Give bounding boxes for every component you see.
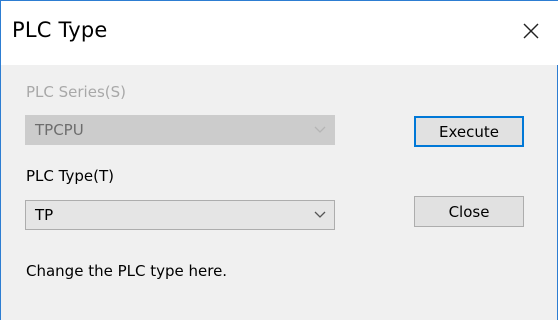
- close-icon[interactable]: [513, 13, 549, 49]
- window-title: PLC Type: [12, 18, 108, 42]
- plc-type-value: TP: [35, 206, 54, 224]
- chevron-down-icon: [312, 116, 328, 144]
- hint-text: Change the PLC type here.: [26, 262, 228, 280]
- plc-type-select[interactable]: TP: [25, 200, 335, 230]
- plc-series-label: PLC Series(S): [26, 83, 126, 101]
- plc-series-select[interactable]: TPCPU: [25, 115, 335, 145]
- chevron-down-icon: [312, 201, 328, 229]
- plc-type-dialog: PLC Type PLC Series(S) TPCPU PLC Type(T)…: [0, 0, 558, 320]
- title-bar: PLC Type: [1, 1, 558, 65]
- close-button[interactable]: Close: [414, 196, 524, 227]
- plc-series-value: TPCPU: [35, 121, 84, 139]
- plc-type-label: PLC Type(T): [26, 167, 114, 185]
- execute-button[interactable]: Execute: [414, 116, 524, 147]
